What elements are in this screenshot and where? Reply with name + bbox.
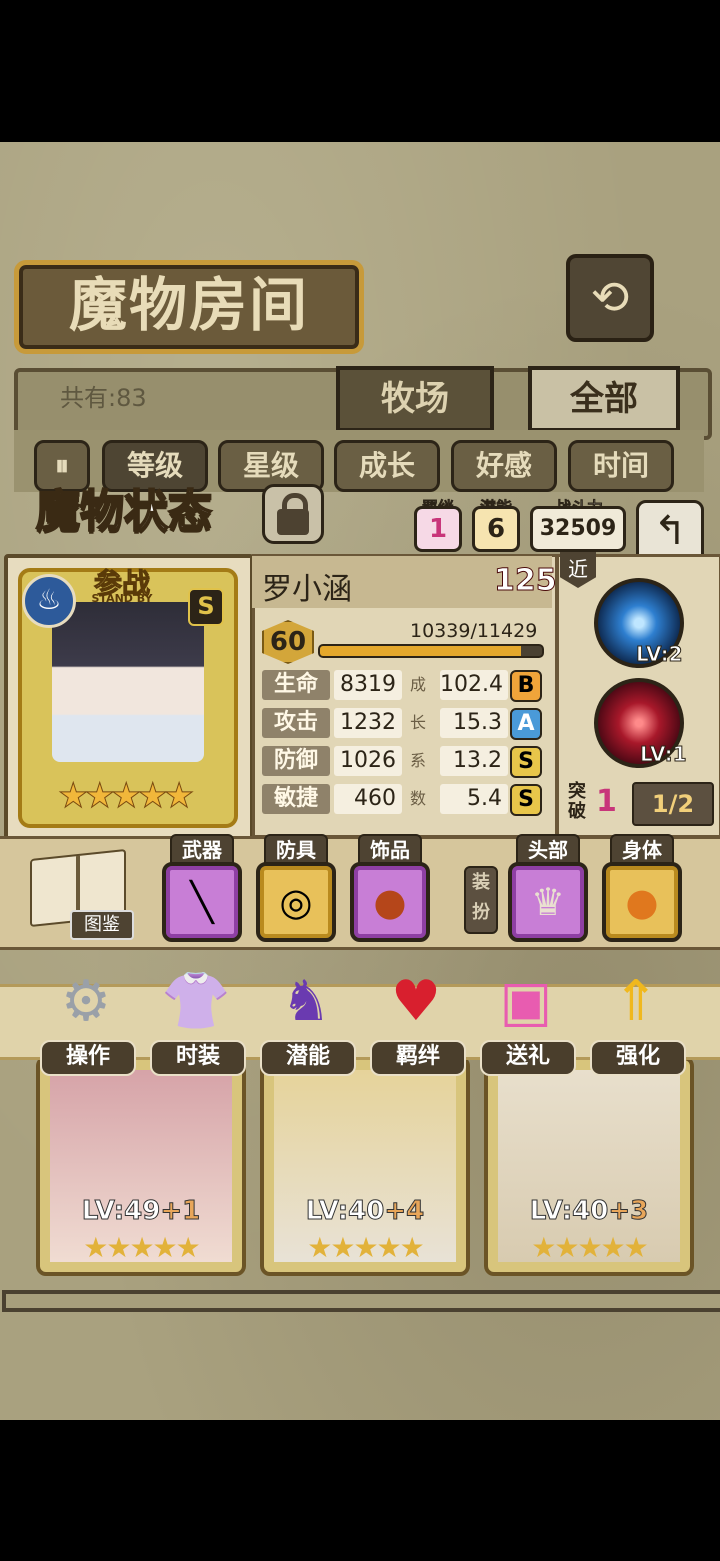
stat-label: 敏捷 xyxy=(262,784,330,814)
gift-icon: ▣ xyxy=(499,969,553,1034)
action-label: 强化 xyxy=(590,1040,686,1076)
lock-button[interactable] xyxy=(262,484,324,544)
action-label: 操作 xyxy=(40,1040,136,1076)
potential-value: 6 xyxy=(472,506,520,552)
monster-stars: ★★★★★ xyxy=(83,1231,201,1264)
ring-icon[interactable]: ◎ xyxy=(256,862,336,942)
upgrade-arrow-icon: ⇑ xyxy=(612,969,660,1034)
monster-level: LV:40+4 xyxy=(305,1196,425,1227)
clothes-icon: 👚 xyxy=(161,969,231,1034)
power-value: 32509 xyxy=(530,506,626,552)
exp-bar-fill xyxy=(320,646,521,656)
encyclopedia-label[interactable]: 图鉴 xyxy=(70,910,134,940)
break-progress: 1/2 xyxy=(632,782,714,826)
pumpkin-icon[interactable]: ● xyxy=(602,862,682,942)
gear-icon: ⚙ xyxy=(60,969,112,1034)
monster-stars: ★★★★★ xyxy=(531,1231,649,1264)
break-label: 突破 xyxy=(568,781,586,822)
hearts-icon: ♥ xyxy=(390,969,442,1034)
action-label: 潜能 xyxy=(260,1040,356,1076)
rank-badge: S xyxy=(188,588,224,626)
stat-label: 攻击 xyxy=(262,708,330,738)
grade-badge: A xyxy=(510,708,542,740)
monster-level: LV:49+1 xyxy=(81,1196,201,1227)
tiara-icon[interactable]: ♛ xyxy=(508,862,588,942)
grade-badge: B xyxy=(510,670,542,702)
operate-button[interactable]: ⚙ 操作 xyxy=(40,966,136,1076)
enhance-button[interactable]: ⇑ 强化 xyxy=(590,966,686,1076)
amber-brooch-icon[interactable]: ● xyxy=(350,862,430,942)
page-title: 魔物房间 xyxy=(14,260,364,354)
grade-badge: S xyxy=(510,784,542,816)
stat-value: 460 xyxy=(334,784,402,814)
stat-value: 1232 xyxy=(334,708,402,738)
character-stars: ★★★★★ xyxy=(58,776,195,817)
action-label: 羁绊 xyxy=(370,1040,466,1076)
stat-value: 1026 xyxy=(334,746,402,776)
monster-level: LV:40+3 xyxy=(529,1196,649,1227)
grade-badge: S xyxy=(510,746,542,778)
bond-button[interactable]: ♥ 羁绊 xyxy=(370,966,466,1076)
monster-card[interactable]: LV:40+3 ★★★★★ xyxy=(484,1056,694,1276)
sort-affection-button[interactable]: 好感 xyxy=(451,440,557,492)
sort-growth-button[interactable]: 成长 xyxy=(334,440,440,492)
tab-all[interactable]: 全部 xyxy=(528,366,680,432)
character-portrait xyxy=(52,602,204,762)
monster-stars: ★★★★★ xyxy=(307,1231,425,1264)
skill-level: LV:2 xyxy=(635,642,683,667)
action-label: 时装 xyxy=(150,1040,246,1076)
growth-value: 5.4 xyxy=(440,784,508,814)
growth-value: 13.2 xyxy=(440,746,508,776)
stat-label: 生命 xyxy=(262,670,330,700)
fashion-button[interactable]: 👚 时装 xyxy=(150,966,246,1076)
break-value: 1 xyxy=(596,784,617,819)
growth-value: 102.4 xyxy=(440,670,508,700)
exp-bar xyxy=(318,644,544,658)
exp-text: 10339/11429 xyxy=(410,620,538,642)
action-label: 送礼 xyxy=(480,1040,576,1076)
standby-sublabel: STAND BY xyxy=(91,592,153,605)
monster-card[interactable]: LV:40+4 ★★★★★ xyxy=(260,1056,470,1276)
potential-button[interactable]: ♞ 潜能 xyxy=(260,966,356,1076)
gift-button[interactable]: ▣ 送礼 xyxy=(480,966,576,1076)
growth-value: 15.3 xyxy=(440,708,508,738)
water-element-icon: ♨ xyxy=(22,574,76,628)
stat-value: 8319 xyxy=(334,670,402,700)
stat-label: 防御 xyxy=(262,746,330,776)
demon-icon: ♞ xyxy=(280,969,332,1034)
status-title: 魔物状态 xyxy=(35,485,213,538)
tab-pasture[interactable]: 牧场 xyxy=(336,366,494,432)
list-bottom-frame xyxy=(2,1290,720,1312)
affection-heart: 125 xyxy=(492,538,557,606)
character-name: 罗小涵 xyxy=(262,572,352,607)
sort-time-button[interactable]: 时间 xyxy=(568,440,674,492)
selfie-stick-icon[interactable]: ╲ xyxy=(162,862,242,942)
skill-level: LV:1 xyxy=(639,742,687,767)
growth-coefficient-label: 成 长 系 数 xyxy=(409,675,426,808)
bond-value: 1 xyxy=(414,506,462,552)
back-arrow-icon[interactable]: ⟲ xyxy=(566,254,654,342)
monster-card[interactable]: LV:49+1 ★★★★★ xyxy=(36,1056,246,1276)
dress-label: 装扮 xyxy=(464,866,498,934)
total-count: 共有:83 xyxy=(60,384,147,412)
